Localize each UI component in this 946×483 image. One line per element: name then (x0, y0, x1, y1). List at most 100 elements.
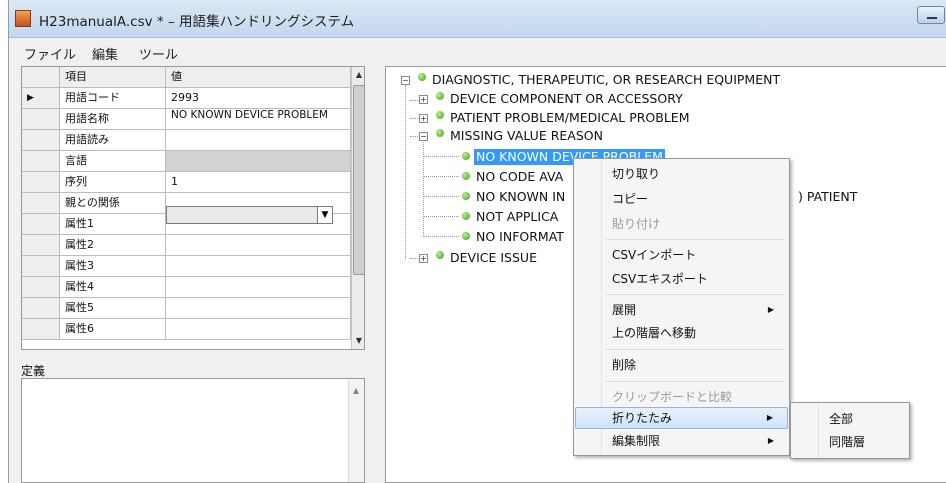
submenu-item-same-level[interactable]: 同階層 (792, 431, 908, 453)
grid-corner-cell (22, 67, 60, 88)
row-header[interactable] (22, 298, 60, 319)
grid-row-value[interactable] (166, 214, 351, 235)
row-header[interactable] (22, 214, 60, 235)
tree-node-patient-problem[interactable]: PATIENT PROBLEM/MEDICAL PROBLEM (450, 110, 690, 126)
row-header[interactable] (22, 193, 60, 214)
node-bulb-icon (436, 92, 444, 100)
tree-node-no-code[interactable]: NO CODE AVA (476, 169, 563, 185)
menu-bar: ファイル 編集 ツール (9, 38, 946, 66)
node-bulb-icon (418, 73, 426, 81)
splitter[interactable] (377, 66, 385, 483)
grid-row-label: 属性1 (60, 214, 166, 235)
tree-line (423, 216, 459, 217)
grid-row-value[interactable] (166, 151, 351, 172)
menu-separator (606, 294, 784, 295)
menu-item-cut[interactable]: 切り取り (575, 163, 788, 185)
tree-line (423, 236, 459, 237)
menu-item-copy[interactable]: コピー (575, 188, 788, 210)
collapse-submenu: 全部 同階層 (790, 402, 910, 459)
grid-row-label: 属性5 (60, 298, 166, 319)
submenu-arrow-icon: ▶ (767, 436, 774, 445)
menu-item-collapse[interactable]: 折りたたみ ▶ (575, 407, 788, 429)
tree-line (423, 156, 459, 157)
row-header[interactable] (22, 256, 60, 277)
expand-toggle-icon[interactable]: + (419, 114, 428, 123)
grid-row-label: 序列 (60, 172, 166, 193)
grid-row-value[interactable] (166, 235, 351, 256)
grid-row-label: 用語読み (60, 130, 166, 151)
row-header[interactable] (22, 235, 60, 256)
menu-item-csv-export[interactable]: CSVエキスポート (575, 268, 788, 290)
collapse-toggle-icon[interactable]: − (419, 132, 428, 141)
grid-row-label: 用語名称 (60, 109, 166, 130)
grid-row-label: 属性4 (60, 277, 166, 298)
menu-separator (606, 349, 784, 350)
node-bulb-icon (462, 192, 470, 200)
collapse-toggle-icon[interactable]: − (401, 76, 410, 85)
scroll-up-icon[interactable]: ▲ (349, 383, 363, 399)
expand-toggle-icon[interactable]: + (419, 254, 428, 263)
tree-node-missing-value-reason[interactable]: MISSING VALUE REASON (450, 128, 603, 144)
menu-item-paste[interactable]: 貼り付け (575, 213, 788, 235)
expand-toggle-icon[interactable]: + (419, 95, 428, 104)
grid-row-value[interactable]: 2993 (166, 88, 351, 109)
row-header[interactable] (22, 319, 60, 340)
menu-item-delete[interactable]: 削除 (575, 354, 788, 376)
grid-row-value[interactable] (166, 319, 351, 340)
submenu-item-all[interactable]: 全部 (792, 408, 908, 430)
row-header[interactable] (22, 277, 60, 298)
grid-scrollbar[interactable]: ▲ ▼ (351, 67, 364, 349)
menu-item-clipboard-compare[interactable]: クリップボードと比較 (575, 386, 788, 408)
menu-separator (606, 381, 784, 382)
tree-node-no-known[interactable]: NO KNOWN IN (476, 189, 565, 205)
definition-textarea[interactable]: ▲ (21, 378, 365, 483)
row-header[interactable] (22, 130, 60, 151)
tree-node-device-component[interactable]: DEVICE COMPONENT OR ACCESSORY (450, 91, 683, 107)
row-header[interactable] (22, 151, 60, 172)
menu-item-collapse-label: 折りたたみ (612, 411, 673, 425)
menu-tools[interactable]: ツール (139, 44, 178, 63)
minimize-icon (927, 17, 937, 19)
menu-separator (606, 239, 784, 240)
definition-label: 定義 (21, 364, 46, 378)
tree-line (423, 176, 459, 177)
grid-header-value: 値 (166, 67, 351, 88)
minimize-button[interactable] (917, 6, 945, 24)
menu-item-expand-label: 展開 (612, 303, 637, 317)
tree-node-no-information[interactable]: NO INFORMAT (476, 229, 564, 245)
row-header[interactable] (22, 109, 60, 130)
title-bar: H23manualA.csv * – 用語集ハンドリングシステム (9, 0, 946, 38)
grid-row-label: 属性3 (60, 256, 166, 277)
menu-item-expand[interactable]: 展開 ▶ (575, 299, 788, 321)
window-title: H23manualA.csv * – 用語集ハンドリングシステム (39, 14, 355, 30)
menu-item-csv-import[interactable]: CSVインポート (575, 244, 788, 266)
grid-row-label: 言語 (60, 151, 166, 172)
submenu-arrow-icon: ▶ (766, 413, 773, 422)
node-bulb-icon (436, 129, 444, 137)
grid-row-value[interactable] (166, 256, 351, 277)
tree-node-device-issue[interactable]: DEVICE ISSUE (450, 250, 537, 266)
tree-node-overflow-text: ) PATIENT (798, 189, 858, 204)
context-menu: 切り取り コピー 貼り付け CSVインポート CSVエキスポート 展開 ▶ 上の… (573, 158, 790, 456)
tree-line (405, 85, 406, 259)
menu-item-edit-limit[interactable]: 編集制限 ▶ (575, 430, 788, 452)
node-bulb-icon (462, 212, 470, 220)
grid-row-value[interactable] (166, 277, 351, 298)
grid-header-item: 項目 (60, 67, 166, 88)
grid-row-value[interactable]: NO KNOWN DEVICE PROBLEM (166, 109, 351, 130)
grid-row-value[interactable] (166, 130, 351, 151)
menu-file[interactable]: ファイル (24, 44, 76, 63)
scroll-thumb[interactable] (353, 85, 364, 275)
grid-row-value[interactable]: 1 (166, 172, 351, 193)
row-header[interactable] (22, 172, 60, 193)
property-grid: 項目 値 ▶ 用語コード 2993 用語名称 NO KNOWN DEVICE P… (21, 66, 365, 350)
node-bulb-icon (462, 232, 470, 240)
menu-edit[interactable]: 編集 (92, 44, 118, 63)
definition-scrollbar[interactable]: ▲ (348, 379, 364, 482)
scroll-up-icon[interactable]: ▲ (352, 67, 364, 83)
tree-node-not-applicable[interactable]: NOT APPLICA (476, 209, 558, 225)
tree-node-root[interactable]: DIAGNOSTIC, THERAPEUTIC, OR RESEARCH EQU… (432, 72, 780, 88)
menu-item-move-up[interactable]: 上の階層へ移動 (575, 322, 788, 344)
grid-row-value[interactable] (166, 298, 351, 319)
scroll-down-icon[interactable]: ▼ (352, 333, 364, 349)
